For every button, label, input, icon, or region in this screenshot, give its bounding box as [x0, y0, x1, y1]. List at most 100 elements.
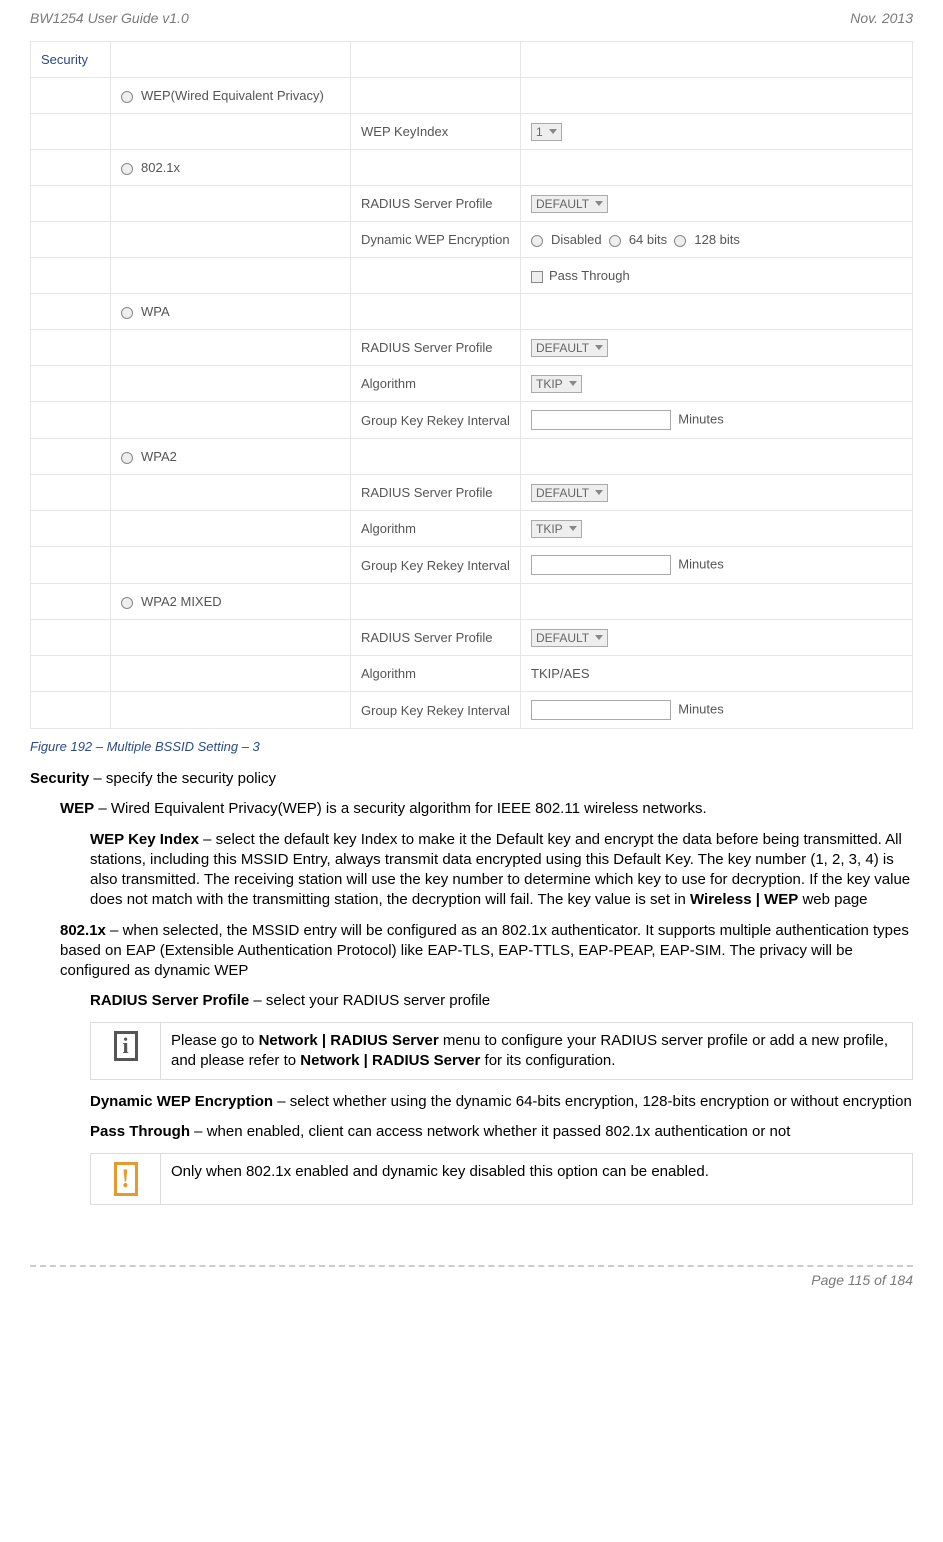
groupkey-input[interactable] [531, 700, 671, 720]
minutes-label: Minutes [678, 411, 724, 426]
minutes-label: Minutes [678, 701, 724, 716]
64bits-label: 64 bits [629, 232, 667, 247]
note1-d: Network | RADIUS Server [300, 1052, 480, 1069]
wpa2-radio-option[interactable]: WPA2 [111, 439, 351, 475]
empty-cell [521, 42, 913, 78]
dropdown-value: DEFAULT [536, 486, 589, 500]
empty-cell [351, 439, 521, 475]
wep-bold: WEP [60, 800, 94, 817]
page-footer: Page 115 of 184 [30, 1265, 913, 1288]
minutes-label: Minutes [678, 556, 724, 571]
wep-para: WEP – Wired Equivalent Privacy(WEP) is a… [60, 799, 913, 819]
groupkey-label: Group Key Rekey Interval [351, 692, 521, 729]
empty-cell [31, 366, 111, 402]
empty-cell [31, 150, 111, 186]
algorithm-dropdown[interactable]: TKIP [531, 375, 582, 393]
dropdown-value: TKIP [536, 522, 563, 536]
radio-icon [121, 307, 133, 319]
empty-cell [31, 402, 111, 439]
radio-icon [121, 163, 133, 175]
wep-option-label: WEP(Wired Equivalent Privacy) [141, 88, 324, 103]
empty-cell [111, 330, 351, 366]
wep-radio-option[interactable]: WEP(Wired Equivalent Privacy) [111, 78, 351, 114]
empty-cell [351, 294, 521, 330]
info-note: i Please go to Network | RADIUS Server m… [90, 1022, 913, 1081]
radius-profile-value: DEFAULT [521, 620, 913, 656]
passthrough-option[interactable]: Pass Through [521, 258, 913, 294]
radius-profile-label: RADIUS Server Profile [351, 330, 521, 366]
dyn-rest: – select whether using the dynamic 64-bi… [273, 1093, 912, 1110]
empty-cell [31, 620, 111, 656]
wep-keyindex-value: 1 [521, 114, 913, 150]
radio-icon[interactable] [609, 235, 621, 247]
pass-rest: – when enabled, client can access networ… [190, 1123, 790, 1140]
wep-rest: – Wired Equivalent Privacy(WEP) is a sec… [94, 800, 706, 817]
radius-profile-value: DEFAULT [521, 330, 913, 366]
dynwep-label: Dynamic WEP Encryption [351, 222, 521, 258]
empty-cell [31, 186, 111, 222]
empty-cell [31, 222, 111, 258]
wepkey-rest2: web page [798, 891, 867, 908]
empty-cell [111, 475, 351, 511]
empty-cell [111, 222, 351, 258]
wpa2mixed-option-label: WPA2 MIXED [141, 594, 222, 609]
passthrough-para: Pass Through – when enabled, client can … [90, 1122, 913, 1142]
warning-note-text: Only when 802.1x enabled and dynamic key… [161, 1153, 913, 1204]
radius-profile-label: RADIUS Server Profile [351, 186, 521, 222]
radius-dropdown[interactable]: DEFAULT [531, 339, 608, 357]
radio-icon [121, 91, 133, 103]
empty-cell [31, 439, 111, 475]
radius-dropdown[interactable]: DEFAULT [531, 484, 608, 502]
radius-dropdown[interactable]: DEFAULT [531, 629, 608, 647]
pass-bold: Pass Through [90, 1123, 190, 1140]
disabled-label: Disabled [551, 232, 602, 247]
security-intro: Security – specify the security policy [30, 769, 913, 789]
radius-profile-value: DEFAULT [521, 475, 913, 511]
warn-icon-cell: ! [91, 1153, 161, 1204]
empty-cell [111, 114, 351, 150]
empty-cell [31, 547, 111, 584]
128bits-label: 128 bits [694, 232, 740, 247]
radio-icon[interactable] [531, 235, 543, 247]
wep-keyindex-label: WEP KeyIndex [351, 114, 521, 150]
radius-bold: RADIUS Server Profile [90, 992, 249, 1009]
radius-rest: – select your RADIUS server profile [249, 992, 490, 1009]
empty-cell [351, 150, 521, 186]
empty-cell [111, 620, 351, 656]
empty-cell [111, 258, 351, 294]
tkipaes-value: TKIP/AES [521, 656, 913, 692]
algorithm-label: Algorithm [351, 511, 521, 547]
wepkey-bold2: Wireless | WEP [690, 891, 798, 908]
empty-cell [111, 366, 351, 402]
warning-note: ! Only when 802.1x enabled and dynamic k… [90, 1153, 913, 1205]
empty-cell [111, 186, 351, 222]
8021x-para: 802.1x – when selected, the MSSID entry … [60, 921, 913, 982]
info-note-text: Please go to Network | RADIUS Server men… [161, 1022, 913, 1080]
groupkey-value: Minutes [521, 692, 913, 729]
dropdown-value: DEFAULT [536, 197, 589, 211]
chevron-down-icon [595, 490, 603, 495]
empty-cell [521, 150, 913, 186]
algorithm-value: TKIP [521, 366, 913, 402]
8021x-radio-option[interactable]: 802.1x [111, 150, 351, 186]
radio-icon [121, 597, 133, 609]
groupkey-input[interactable] [531, 410, 671, 430]
chevron-down-icon [569, 526, 577, 531]
radius-profile-label: RADIUS Server Profile [351, 620, 521, 656]
dropdown-value: DEFAULT [536, 341, 589, 355]
chevron-down-icon [595, 345, 603, 350]
wpa2mixed-radio-option[interactable]: WPA2 MIXED [111, 584, 351, 620]
wpa-radio-option[interactable]: WPA [111, 294, 351, 330]
empty-cell [31, 475, 111, 511]
wep-keyindex-dropdown[interactable]: 1 [531, 123, 562, 141]
algorithm-dropdown[interactable]: TKIP [531, 520, 582, 538]
radio-icon [121, 452, 133, 464]
dyn-bold: Dynamic WEP Encryption [90, 1093, 273, 1110]
radio-icon[interactable] [674, 235, 686, 247]
empty-cell [111, 402, 351, 439]
groupkey-label: Group Key Rekey Interval [351, 547, 521, 584]
radius-dropdown[interactable]: DEFAULT [531, 195, 608, 213]
groupkey-input[interactable] [531, 555, 671, 575]
algorithm-label: Algorithm [351, 656, 521, 692]
radius-profile-value: DEFAULT [521, 186, 913, 222]
